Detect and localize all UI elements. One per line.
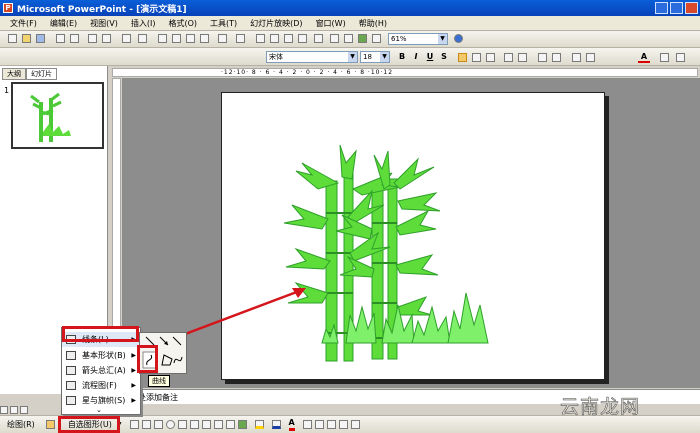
normal-view-icon[interactable] [0,406,8,414]
arrow-style-icon[interactable] [326,420,336,429]
shadow-style-icon[interactable] [338,420,348,429]
fill-color-icon[interactable] [254,420,264,429]
3d-style-icon[interactable] [350,420,360,429]
block-arrows-icon [66,366,76,375]
highlight-autoshapes-button [58,416,120,433]
submenu-arrow-icon: ▶ [131,382,136,389]
basic-shapes-icon [66,351,76,360]
slide-sorter-icon[interactable] [10,406,18,414]
scribble-icon[interactable] [173,356,183,364]
submenu-arrow-icon: ▶ [131,397,136,404]
wordart-icon[interactable] [201,420,211,429]
notes-placeholder: 处添加备注 [138,393,178,402]
textbox-icon[interactable] [177,420,187,429]
line-icon[interactable] [145,336,155,346]
highlight-lines-item [62,326,139,342]
freeform-icon[interactable] [161,354,173,366]
insert-picture-icon[interactable] [237,420,247,429]
view-buttons [0,405,30,415]
highlight-curve-tool [137,345,158,373]
select-objects-icon[interactable] [45,420,55,429]
menu-item-basic-shapes[interactable]: 基本形状(B) ▶ [62,348,140,363]
rectangle-tool-icon[interactable] [153,420,163,429]
line-style-icon[interactable] [302,420,312,429]
line-color-icon[interactable] [271,420,281,429]
font-color-icon[interactable]: A [288,418,295,431]
submenu-arrow-icon: ▶ [131,367,136,374]
vertical-textbox-icon[interactable] [189,420,199,429]
diagram-icon[interactable] [213,420,223,429]
arrow-tool-icon[interactable] [141,420,151,429]
double-arrow-icon[interactable] [172,336,182,346]
slideshow-view-icon[interactable] [20,406,28,414]
oval-tool-icon[interactable] [165,420,175,429]
curve-tooltip: 曲线 [148,375,170,387]
stars-banners-icon [66,396,76,405]
menu-item-block-arrows[interactable]: 箭头总汇(A) ▶ [62,363,140,378]
flowchart-icon [66,381,76,390]
menu-item-flowchart[interactable]: 流程图(F) ▶ [62,378,140,393]
watermark: 云南龙网 [560,396,641,419]
expand-menu-icon[interactable]: ⌄ [96,406,102,414]
dash-style-icon[interactable] [314,420,324,429]
submenu-arrow-icon: ▶ [131,352,136,359]
draw-menu-button[interactable]: 绘图(R) [4,418,38,432]
line-tool-icon[interactable] [129,420,139,429]
clipart-icon[interactable] [225,420,235,429]
